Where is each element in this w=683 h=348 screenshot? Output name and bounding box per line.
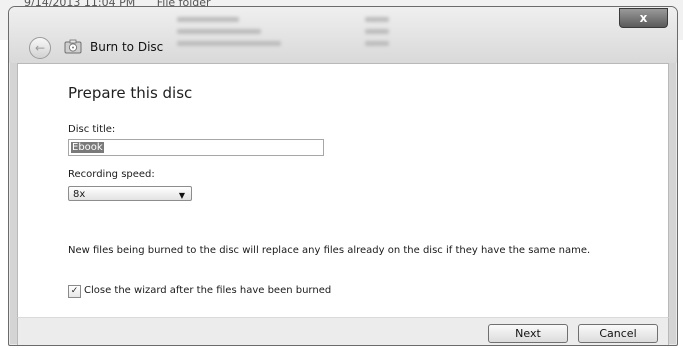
title-bar: x ← Burn to Disc	[9, 7, 677, 63]
back-button[interactable]: ←	[29, 37, 51, 59]
disc-title-value: Ebook	[71, 142, 104, 153]
blurred-background-text	[177, 29, 261, 34]
replace-files-note: New files being burned to the disc will …	[68, 245, 591, 256]
disc-title-label: Disc title:	[68, 124, 116, 135]
chevron-down-icon: ▼	[178, 191, 185, 200]
blurred-background-text	[365, 17, 389, 22]
close-button[interactable]: x	[619, 8, 668, 28]
burn-disc-icon	[64, 39, 82, 54]
blurred-background-text	[365, 41, 389, 46]
recording-speed-dropdown[interactable]: 8x ▼	[68, 186, 192, 201]
page-title: Prepare this disc	[68, 84, 193, 102]
disc-title-input[interactable]: Ebook	[68, 139, 324, 156]
close-wizard-checkbox[interactable]: ✓	[68, 285, 81, 298]
blurred-background-text	[177, 41, 281, 46]
blurred-background-text	[177, 17, 239, 22]
checkmark-icon: ✓	[70, 286, 79, 296]
close-icon: x	[639, 11, 648, 25]
close-wizard-label[interactable]: Close the wizard after the files have be…	[84, 285, 331, 296]
window-title: Burn to Disc	[90, 40, 164, 54]
burn-to-disc-window: x ← Burn to Disc Prepare this disc Disc …	[8, 6, 678, 346]
cancel-button[interactable]: Cancel	[578, 324, 658, 343]
recording-speed-label: Recording speed:	[68, 169, 155, 180]
blurred-background-text	[365, 29, 389, 34]
back-arrow-icon: ←	[34, 41, 46, 55]
wizard-footer: Next Cancel	[17, 317, 669, 345]
wizard-content: Prepare this disc Disc title: Ebook Reco…	[17, 63, 669, 318]
next-button[interactable]: Next	[488, 324, 568, 343]
recording-speed-value: 8x	[73, 189, 86, 200]
